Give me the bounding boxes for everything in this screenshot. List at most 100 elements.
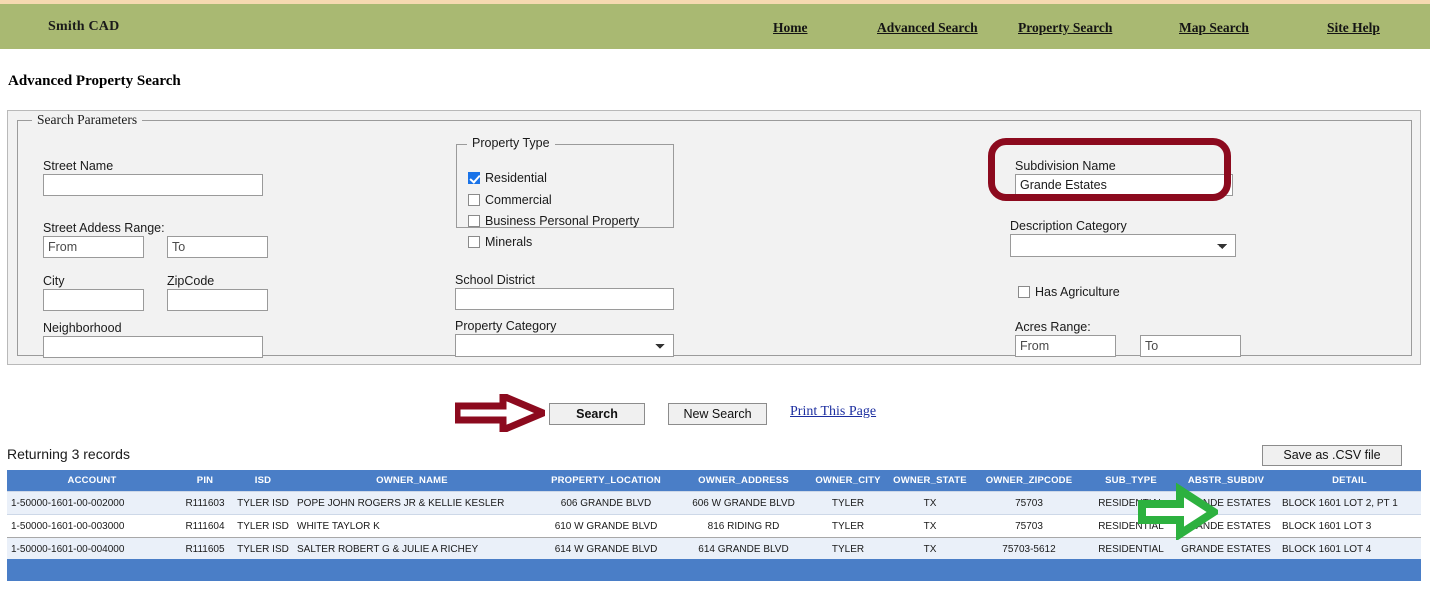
sub-type-pointer-arrow [1138,482,1218,540]
cell-owner_city: TYLER [806,537,890,561]
print-this-page-link[interactable]: Print This Page [790,404,876,420]
cell-owner_address: 606 W GRANDE BLVD [681,491,806,515]
cell-account: 1-50000-1601-00-003000 [7,514,177,538]
checkbox-icon[interactable] [468,194,480,206]
nav-property-search[interactable]: Property Search [1018,20,1112,36]
page-title: Advanced Property Search [8,73,181,89]
checkbox-icon[interactable] [468,215,480,227]
column-header-owner_name[interactable]: OWNER_NAME [293,470,531,492]
cell-detail: BLOCK 1601 LOT 3 [1278,514,1421,538]
checkbox-icon[interactable] [468,236,480,248]
search-parameters-fieldset: Search Parameters Street Name Street Add… [17,112,1412,358]
cell-property_location: 614 W GRANDE BLVD [531,537,681,561]
cell-pin: R111603 [177,491,233,515]
cell-owner_city: TYLER [806,514,890,538]
neighborhood-input[interactable] [43,336,263,358]
column-header-isd[interactable]: ISD [233,470,293,492]
column-header-detail[interactable]: DETAIL [1278,470,1421,492]
column-header-owner_state[interactable]: OWNER_STATE [890,470,970,492]
search-button-pointer-arrow [455,394,545,432]
search-button[interactable]: Search [549,403,645,425]
cell-isd: TYLER ISD [233,537,293,561]
property-type-residential-label: Residential [485,171,547,185]
has-agriculture-label: Has Agriculture [1035,285,1120,299]
cell-detail: BLOCK 1601 LOT 4 [1278,537,1421,561]
checkbox-icon[interactable] [468,172,480,184]
cell-abstr_subdiv: GRANDE ESTATES [1174,537,1278,561]
property-type-commercial-label: Commercial [485,193,552,207]
cell-owner_state: TX [890,537,970,561]
cell-property_location: 610 W GRANDE BLVD [531,514,681,538]
site-brand: Smith CAD [48,18,120,34]
cell-owner_zipcode: 75703 [970,514,1088,538]
has-agriculture-checkbox-row[interactable]: Has Agriculture [1018,285,1120,299]
description-category-label: Description Category [1010,219,1127,233]
cell-sub_type: RESIDENTIAL [1088,537,1174,561]
cell-owner_name: POPE JOHN ROGERS JR & KELLIE KESLER [293,491,531,515]
subdivision-name-label: Subdivision Name [1015,159,1116,173]
column-header-pin[interactable]: PIN [177,470,233,492]
property-type-commercial[interactable]: Commercial [468,193,552,207]
description-category-select[interactable] [1010,234,1236,257]
street-address-range-label: Street Addess Range: [43,221,165,235]
street-address-to-input[interactable] [167,236,268,258]
main-navigation: Home Advanced Search Property Search Map… [760,4,1420,49]
property-category-label: Property Category [455,319,557,333]
column-header-owner_city[interactable]: OWNER_CITY [806,470,890,492]
new-search-button[interactable]: New Search [668,403,767,425]
street-address-from-input[interactable] [43,236,144,258]
cell-owner_name: WHITE TAYLOR K [293,514,531,538]
subdivision-name-input[interactable] [1015,174,1233,196]
cell-owner_zipcode: 75703-5612 [970,537,1088,561]
cell-account: 1-50000-1601-00-002000 [7,491,177,515]
street-name-input[interactable] [43,174,263,196]
property-type-bpp-label: Business Personal Property [485,214,640,228]
zipcode-input[interactable] [167,289,268,311]
cell-owner_address: 816 RIDING RD [681,514,806,538]
cell-detail: BLOCK 1601 LOT 2, PT 1 [1278,491,1421,515]
property-type-residential[interactable]: Residential [468,171,547,185]
cell-owner_address: 614 GRANDE BLVD [681,537,806,561]
property-type-legend: Property Type [467,136,555,150]
property-type-minerals[interactable]: Minerals [468,235,532,249]
cell-owner_zipcode: 75703 [970,491,1088,515]
cell-owner_city: TYLER [806,491,890,515]
nav-site-help[interactable]: Site Help [1327,20,1380,36]
cell-isd: TYLER ISD [233,514,293,538]
search-parameters-legend: Search Parameters [32,112,143,128]
cell-account: 1-50000-1601-00-004000 [7,537,177,561]
save-as-csv-button[interactable]: Save as .CSV file [1262,445,1402,466]
search-form-panel: Search Parameters Street Name Street Add… [7,110,1421,365]
cell-isd: TYLER ISD [233,491,293,515]
checkbox-icon[interactable] [1018,286,1030,298]
records-count-text: Returning 3 records [7,446,130,462]
results-footer-bar [7,559,1421,581]
column-header-property_location[interactable]: PROPERTY_LOCATION [531,470,681,492]
acres-range-label: Acres Range: [1015,320,1091,334]
acres-to-input[interactable] [1140,335,1241,357]
property-type-minerals-label: Minerals [485,235,533,249]
city-label: City [43,274,65,288]
column-header-owner_zipcode[interactable]: OWNER_ZIPCODE [970,470,1088,492]
acres-from-input[interactable] [1015,335,1116,357]
street-name-label: Street Name [43,159,114,173]
cell-pin: R111604 [177,514,233,538]
zipcode-label: ZipCode [167,274,215,288]
property-type-business-personal-property[interactable]: Business Personal Property [468,214,639,228]
column-header-owner_address[interactable]: OWNER_ADDRESS [681,470,806,492]
table-row[interactable]: 1-50000-1601-00-004000 R111605 TYLER ISD SA… [7,537,1421,561]
column-header-account[interactable]: ACCOUNT [7,470,177,492]
school-district-input[interactable] [455,288,674,310]
nav-home[interactable]: Home [773,20,808,36]
cell-owner_state: TX [890,514,970,538]
nav-map-search[interactable]: Map Search [1179,20,1249,36]
city-input[interactable] [43,289,144,311]
cell-owner_name: SALTER ROBERT G & JULIE A RICHEY [293,537,531,561]
cell-pin: R111605 [177,537,233,561]
nav-advanced-search[interactable]: Advanced Search [877,20,978,36]
property-category-select[interactable] [455,334,674,357]
school-district-label: School District [455,273,535,287]
site-header: Smith CAD Home Advanced Search Property … [0,4,1430,49]
cell-property_location: 606 GRANDE BLVD [531,491,681,515]
cell-owner_state: TX [890,491,970,515]
